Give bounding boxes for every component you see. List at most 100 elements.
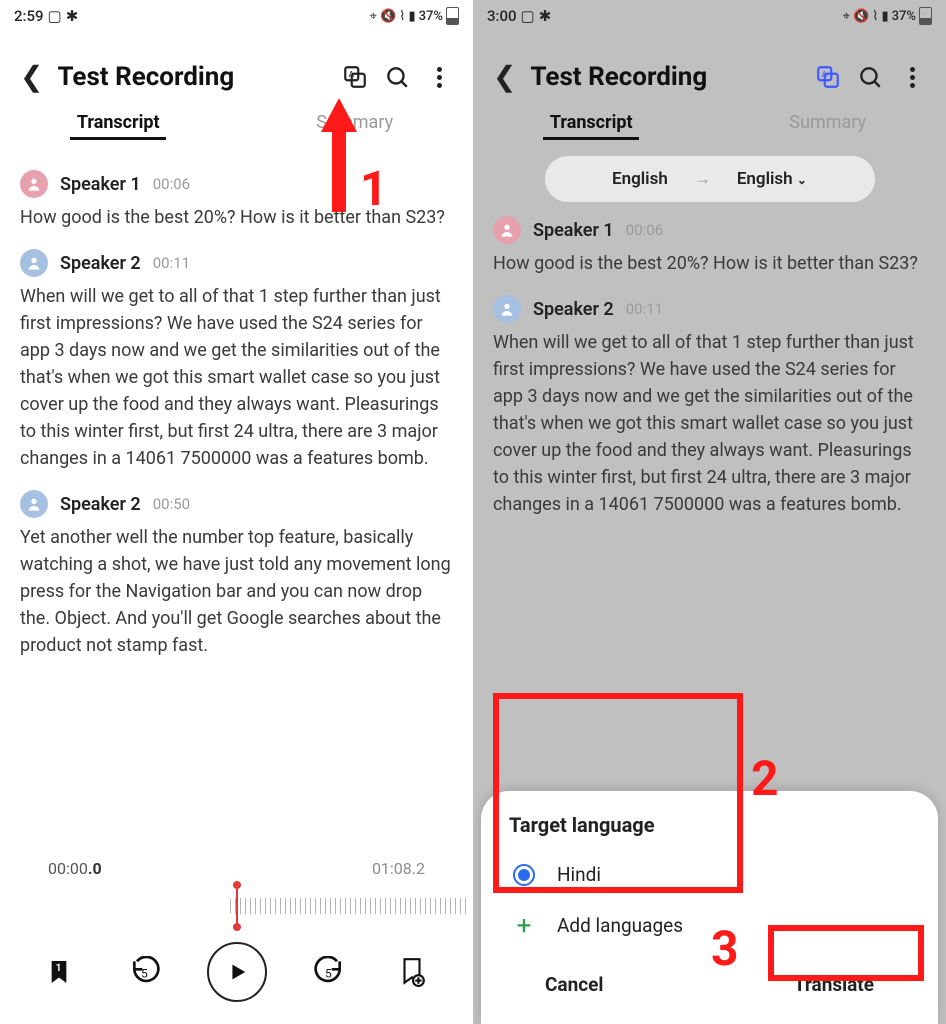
waveform[interactable] xyxy=(10,884,463,928)
radio-selected-icon xyxy=(513,864,535,886)
speaker-time: 00:50 xyxy=(153,495,190,513)
lang-to: English ⌄ xyxy=(737,169,807,189)
bluetooth-icon: ⌖ xyxy=(843,9,850,24)
bulb-icon: ✱ xyxy=(539,7,552,25)
tab-transcript-label: Transcript xyxy=(77,112,160,133)
more-menu-icon[interactable] xyxy=(898,63,926,91)
bulb-icon: ✱ xyxy=(66,7,79,25)
mute-icon: 🔇 xyxy=(380,9,396,24)
time-whole: 00:00 xyxy=(48,859,88,878)
page-title: Test Recording xyxy=(530,62,707,92)
chevron-down-icon: ⌄ xyxy=(797,173,807,187)
avatar xyxy=(20,490,48,518)
avatar xyxy=(493,216,521,244)
time-dec: .0 xyxy=(88,859,102,878)
svg-text:A: A xyxy=(822,70,828,80)
tab-transcript[interactable]: Transcript xyxy=(473,106,710,146)
option-add-languages[interactable]: + Add languages xyxy=(509,900,910,951)
svg-text:5: 5 xyxy=(325,966,332,980)
speaker-time: 00:06 xyxy=(153,175,190,193)
forward-5-button[interactable]: 5 xyxy=(308,951,350,993)
play-button[interactable] xyxy=(207,942,267,1002)
header: ❮ Test Recording A xyxy=(473,32,946,100)
header: ❮ Test Recording A xyxy=(0,32,473,100)
bookmark-badge: 1 xyxy=(56,963,62,974)
battery-pct: 37% xyxy=(419,9,443,24)
transcript-list: Speaker 1 00:06 How good is the best 20%… xyxy=(0,170,473,659)
utterance-text[interactable]: When will we get to all of that 1 step f… xyxy=(20,283,453,472)
option-hindi[interactable]: Hindi xyxy=(509,849,910,900)
speaker-time: 00:06 xyxy=(626,221,663,239)
speaker-name: Speaker 2 xyxy=(60,494,141,515)
status-time: 3:00 xyxy=(487,7,517,25)
translate-icon[interactable]: A xyxy=(341,63,369,91)
speaker-time: 00:11 xyxy=(626,300,663,318)
more-menu-icon[interactable] xyxy=(425,63,453,91)
lang-from: English xyxy=(612,169,668,189)
option-hindi-label: Hindi xyxy=(557,863,601,886)
battery-icon xyxy=(919,7,932,25)
gallery-icon: ▢ xyxy=(521,7,535,25)
speaker-row: Speaker 1 00:06 xyxy=(20,170,453,198)
speaker-name: Speaker 1 xyxy=(533,220,614,241)
tab-transcript[interactable]: Transcript xyxy=(0,106,237,146)
add-bookmark-button[interactable] xyxy=(391,951,433,993)
avatar xyxy=(20,170,48,198)
cancel-button[interactable]: Cancel xyxy=(527,967,621,1002)
option-add-label: Add languages xyxy=(557,914,683,937)
avatar xyxy=(493,295,521,323)
playback-total-time: 01:08.2 xyxy=(372,859,425,878)
search-icon[interactable] xyxy=(383,63,411,91)
signal-icon: ▮ xyxy=(881,9,888,24)
page-title: Test Recording xyxy=(57,62,234,92)
search-icon[interactable] xyxy=(856,63,884,91)
target-language-sheet: Target language Hindi + Add languages Ca… xyxy=(481,791,938,1024)
speaker-time: 00:11 xyxy=(153,254,190,272)
svg-text:5: 5 xyxy=(141,966,148,980)
translate-button[interactable]: Translate xyxy=(776,967,892,1002)
bluetooth-icon: ⌖ xyxy=(370,9,377,24)
tab-summary-label: Summary xyxy=(316,112,393,133)
status-time: 2:59 xyxy=(14,7,44,25)
svg-text:A: A xyxy=(349,70,355,80)
back-button[interactable]: ❮ xyxy=(20,63,43,91)
plus-icon: + xyxy=(513,915,535,937)
tab-summary[interactable]: Summary xyxy=(710,106,946,146)
translate-icon[interactable]: A xyxy=(814,63,842,91)
avatar xyxy=(20,249,48,277)
speaker-name: Speaker 2 xyxy=(60,253,141,274)
utterance-text[interactable]: How good is the best 20%? How is it bett… xyxy=(493,250,926,277)
screenshot-right: 3:00 ▢ ✱ ⌖ 🔇 ⌇ ▮ 37% ❮ Test Recording A xyxy=(473,0,946,1024)
back-button[interactable]: ❮ xyxy=(493,63,516,91)
speaker-name: Speaker 1 xyxy=(60,174,141,195)
wifi-icon: ⌇ xyxy=(399,9,405,24)
speaker-name: Speaker 2 xyxy=(533,299,614,320)
bookmark-button[interactable]: 1 xyxy=(41,951,83,993)
battery-pct: 37% xyxy=(892,9,916,24)
transcript-list: Speaker 1 00:06 How good is the best 20%… xyxy=(473,216,946,518)
status-bar: 3:00 ▢ ✱ ⌖ 🔇 ⌇ ▮ 37% xyxy=(473,0,946,32)
arrow-right-icon: → xyxy=(694,169,711,189)
playback-current-time: 00:00.0 xyxy=(48,859,102,878)
playhead[interactable] xyxy=(236,884,238,928)
rewind-5-button[interactable]: 5 xyxy=(124,951,166,993)
speaker-row: Speaker 2 00:11 xyxy=(20,249,453,277)
utterance-text[interactable]: When will we get to all of that 1 step f… xyxy=(493,329,926,518)
speaker-row: Speaker 1 00:06 xyxy=(493,216,926,244)
language-selector[interactable]: English → English ⌄ xyxy=(545,156,875,202)
screenshot-left: 2:59 ▢ ✱ ⌖ 🔇 ⌇ ▮ 37% ❮ Test Recording A xyxy=(0,0,473,1024)
speaker-row: Speaker 2 00:11 xyxy=(493,295,926,323)
tab-summary-label: Summary xyxy=(789,112,866,133)
speaker-row: Speaker 2 00:50 xyxy=(20,490,453,518)
tabs: Transcript Summary xyxy=(473,100,946,156)
tab-transcript-label: Transcript xyxy=(550,112,633,133)
wifi-icon: ⌇ xyxy=(872,9,878,24)
status-bar: 2:59 ▢ ✱ ⌖ 🔇 ⌇ ▮ 37% xyxy=(0,0,473,32)
tab-summary[interactable]: Summary xyxy=(237,106,474,146)
player-bar: 00:00.0 01:08.2 1 5 5 xyxy=(0,845,473,1024)
utterance-text[interactable]: How good is the best 20%? How is it bett… xyxy=(20,204,453,231)
mute-icon: 🔇 xyxy=(853,9,869,24)
gallery-icon: ▢ xyxy=(48,7,62,25)
signal-icon: ▮ xyxy=(408,9,415,24)
utterance-text[interactable]: Yet another well the number top feature,… xyxy=(20,524,453,659)
